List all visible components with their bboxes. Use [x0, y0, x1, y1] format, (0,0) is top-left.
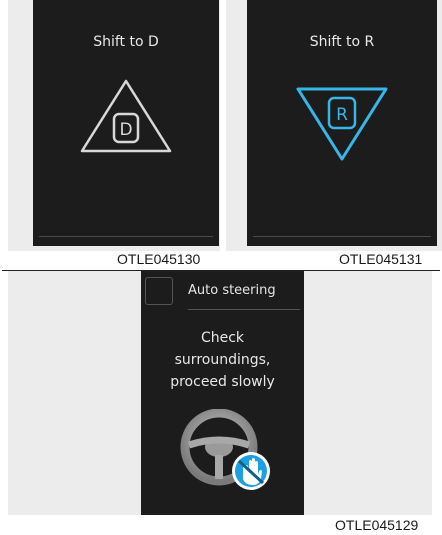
caption-otle045131: OTLE045131	[339, 251, 423, 267]
shift-to-d-screen: Shift to D D	[33, 0, 219, 246]
reverse-letter: R	[336, 105, 348, 125]
caption-otle045130: OTLE045130	[117, 251, 201, 267]
auto-steering-underline	[188, 309, 300, 310]
drive-letter: D	[119, 120, 132, 140]
shift-to-r-screen: Shift to R R	[247, 0, 437, 246]
message-line-2: surroundings,	[174, 352, 271, 368]
reverse-triangle-icon: R	[296, 87, 388, 161]
steering-wheel-hand-icon	[180, 409, 270, 490]
message-line-1: Check	[200, 330, 245, 346]
auto-steering-label: Auto steering	[188, 283, 276, 298]
screen-divider	[253, 236, 431, 237]
shift-to-r-title: Shift to R	[309, 34, 375, 50]
shift-to-d-title: Shift to D	[93, 34, 159, 50]
message-line-3: proceed slowly	[170, 374, 275, 390]
caption-otle045129: OTLE045129	[335, 517, 419, 533]
auto-steering-screen: Auto steering Check surroundings, procee…	[141, 271, 304, 515]
drive-triangle-icon: D	[80, 79, 172, 153]
screen-divider	[39, 236, 213, 237]
auto-steering-checkbox	[145, 277, 173, 305]
